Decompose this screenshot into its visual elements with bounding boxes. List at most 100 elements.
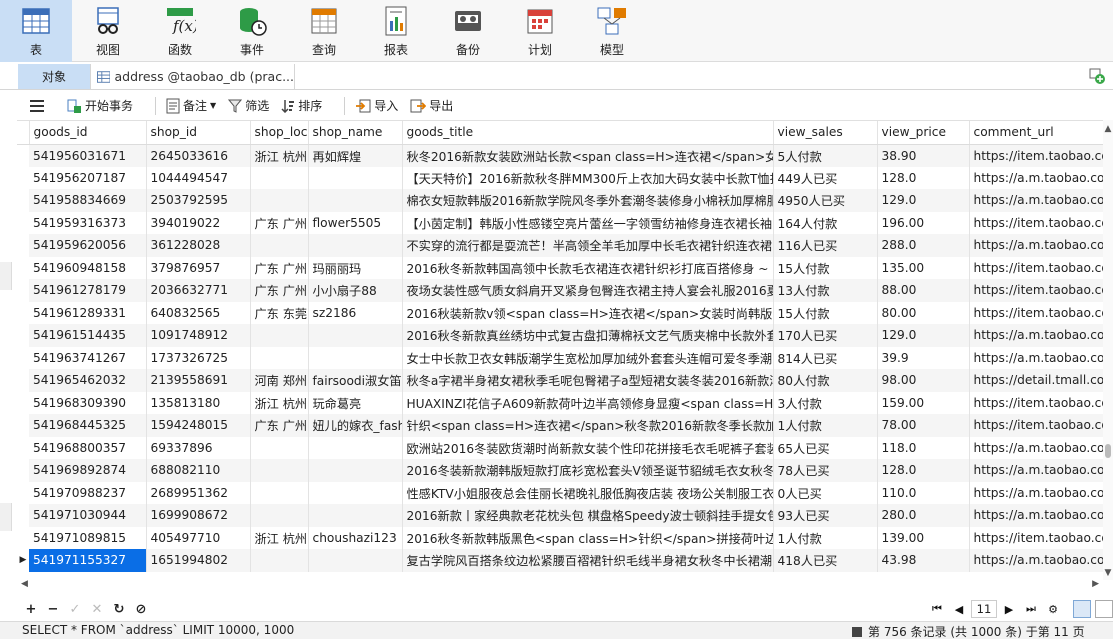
- cell-goods-title[interactable]: 复古学院风百搭条纹边松紧腰百褶裙针织毛线半身裙女秋冬中长裙潮: [402, 549, 774, 572]
- cell-view-sales[interactable]: 814人已买: [773, 346, 878, 369]
- grid-view-icon[interactable]: [1073, 600, 1091, 618]
- cell-shop-loc[interactable]: [250, 436, 309, 459]
- import-button[interactable]: 导入: [355, 97, 398, 114]
- cell-shop-loc[interactable]: [250, 346, 309, 369]
- table-row[interactable]: 541968800357 69337896 欧洲站2016冬装欧货潮时尚新款女装个性…: [17, 436, 1103, 459]
- cell-goods-id[interactable]: 541961289331: [29, 301, 147, 324]
- cell-view-price[interactable]: 39.9: [877, 346, 970, 369]
- cell-shop-name[interactable]: 再如辉煌: [308, 144, 403, 167]
- cell-shop-name[interactable]: 小小扇子88: [308, 279, 403, 302]
- column-header-comment-url[interactable]: comment_url: [969, 121, 1103, 145]
- cell-comment-url[interactable]: https://a.m.taobao.co: [969, 504, 1103, 527]
- cell-shop-id[interactable]: 394019022: [146, 211, 251, 234]
- cell-view-price[interactable]: 280.0: [877, 504, 970, 527]
- ribbon-button-query[interactable]: 查询: [288, 0, 360, 62]
- cell-view-sales[interactable]: 116人已买: [773, 234, 878, 257]
- cell-shop-id[interactable]: 2036632771: [146, 279, 251, 302]
- add-record-button[interactable]: +: [20, 602, 42, 617]
- table-row[interactable]: 541959316373 394019022 广东 广州 flower5505 【小茵定…: [17, 211, 1103, 234]
- cell-shop-id[interactable]: 361228028: [146, 234, 251, 257]
- cell-goods-id[interactable]: 541959620056: [29, 234, 147, 257]
- cell-view-price[interactable]: 43.98: [877, 549, 970, 572]
- cell-goods-title[interactable]: 【小茵定制】韩版小性感镂空亮片蕾丝一字领雪纺袖修身连衣裙长袖: [402, 211, 774, 234]
- ribbon-button-report[interactable]: 报表: [360, 0, 432, 62]
- cell-goods-title[interactable]: 2016秋冬新款韩国高领中长款毛衣裙连衣裙针织衫打底百搭修身 ~: [402, 256, 774, 279]
- ribbon-button-schedule[interactable]: 计划: [504, 0, 576, 62]
- first-page-icon[interactable]: ⏮: [927, 602, 947, 616]
- cell-view-price[interactable]: 129.0: [877, 324, 970, 347]
- cell-shop-loc[interactable]: 浙江 杭州: [250, 526, 309, 549]
- cell-comment-url[interactable]: https://a.m.taobao.co: [969, 189, 1103, 212]
- last-page-icon[interactable]: ⏭: [1021, 602, 1041, 616]
- cell-view-sales[interactable]: 13人付款: [773, 279, 878, 302]
- cell-view-price[interactable]: 38.90: [877, 144, 970, 167]
- cell-goods-title[interactable]: 性感KTV小姐服夜总会佳丽长裙晚礼服低胸夜店装 夜场公关制服工衣: [402, 481, 774, 504]
- stop-icon[interactable]: ⊘: [130, 602, 152, 617]
- cell-shop-loc[interactable]: [250, 459, 309, 482]
- ribbon-button-function[interactable]: f(x) 函数: [144, 0, 216, 62]
- cell-view-sales[interactable]: 93人已买: [773, 504, 878, 527]
- page-number-field[interactable]: 11: [971, 600, 997, 618]
- table-row[interactable]: 541965462032 2139558691 河南 郑州 fairsoodi淑女笛秋…: [17, 369, 1103, 392]
- cell-comment-url[interactable]: https://a.m.taobao.co: [969, 324, 1103, 347]
- table-row[interactable]: 541956031671 2645033616 浙江 杭州 再如辉煌 秋冬2016新款女…: [17, 144, 1103, 167]
- cell-goods-title[interactable]: 2016冬装新款潮韩版短款打底衫宽松套头V领圣诞节貂绒毛衣女秋冬: [402, 459, 774, 482]
- cell-goods-id[interactable]: 541970988237: [29, 481, 147, 504]
- cell-comment-url[interactable]: https://a.m.taobao.co: [969, 166, 1103, 189]
- table-row[interactable]: 541963741267 1737326725 女士中长款卫衣女韩版潮学生宽松加厚加…: [17, 346, 1103, 369]
- export-button[interactable]: 导出: [410, 97, 453, 114]
- cell-goods-id[interactable]: 541956207187: [29, 166, 147, 189]
- cell-shop-id[interactable]: 1699908672: [146, 504, 251, 527]
- cell-shop-name[interactable]: 玩命葛亮: [308, 391, 403, 414]
- cell-shop-loc[interactable]: [250, 234, 309, 257]
- prev-page-icon[interactable]: ◀: [949, 603, 969, 616]
- cell-shop-loc[interactable]: 广东 广州: [250, 414, 309, 437]
- cell-comment-url[interactable]: https://item.taobao.co: [969, 526, 1103, 549]
- form-view-icon[interactable]: [1095, 600, 1113, 618]
- cell-view-sales[interactable]: 15人付款: [773, 256, 878, 279]
- filter-button[interactable]: 筛选: [228, 97, 269, 114]
- cell-goods-id[interactable]: 541971089815: [29, 526, 147, 549]
- cell-comment-url[interactable]: https://a.m.taobao.co: [969, 436, 1103, 459]
- table-row[interactable]: 541960948158 379876957 广东 广州 玛丽丽玛 2016秋冬新款韩国…: [17, 256, 1103, 279]
- cell-goods-title[interactable]: 棉衣女短款韩版2016新款学院风冬季外套潮冬装修身小棉袄加厚棉服: [402, 189, 774, 212]
- cell-shop-loc[interactable]: 浙江 杭州: [250, 391, 309, 414]
- ribbon-button-backup[interactable]: 备份: [432, 0, 504, 62]
- cell-comment-url[interactable]: https://a.m.taobao.co: [969, 346, 1103, 369]
- cell-shop-name[interactable]: [308, 324, 403, 347]
- table-row[interactable]: 541956207187 1044494547 【天天特价】2016新款秋冬胖MM3…: [17, 166, 1103, 189]
- scroll-down-icon[interactable]: ▼: [1103, 568, 1113, 578]
- cell-shop-name[interactable]: 妞儿的嫁衣_fash: [308, 414, 403, 437]
- cell-view-price[interactable]: 129.0: [877, 189, 970, 212]
- cell-view-price[interactable]: 128.0: [877, 459, 970, 482]
- cell-comment-url[interactable]: https://a.m.taobao.co: [969, 234, 1103, 257]
- cell-view-sales[interactable]: 0人已买: [773, 481, 878, 504]
- cell-view-sales[interactable]: 1人付款: [773, 526, 878, 549]
- cell-shop-id[interactable]: 69337896: [146, 436, 251, 459]
- cell-shop-id[interactable]: 405497710: [146, 526, 251, 549]
- horizontal-scrollbar[interactable]: ◀ ▶: [17, 579, 1103, 591]
- cell-view-sales[interactable]: 3人付款: [773, 391, 878, 414]
- cell-shop-id[interactable]: 379876957: [146, 256, 251, 279]
- cell-shop-name[interactable]: 玛丽丽玛: [308, 256, 403, 279]
- cell-goods-id[interactable]: 541963741267: [29, 346, 147, 369]
- cell-shop-id[interactable]: 640832565: [146, 301, 251, 324]
- cell-shop-id[interactable]: 2503792595: [146, 189, 251, 212]
- cell-shop-name[interactable]: flower5505: [308, 211, 403, 234]
- table-row[interactable]: 541969892874 688082110 2016冬装新款潮韩版短款打底衫宽松套…: [17, 459, 1103, 482]
- cell-goods-title[interactable]: 2016秋装新款v领<span class=H>连衣裙</span>女装时尚韩版…: [402, 301, 774, 324]
- cell-comment-url[interactable]: https://item.taobao.co: [969, 144, 1103, 167]
- tab-objects[interactable]: 对象: [18, 64, 90, 89]
- cell-view-price[interactable]: 88.00: [877, 279, 970, 302]
- cell-view-sales[interactable]: 449人已买: [773, 166, 878, 189]
- cell-shop-name[interactable]: [308, 234, 403, 257]
- cell-shop-loc[interactable]: [250, 189, 309, 212]
- cell-shop-loc[interactable]: 浙江 杭州: [250, 144, 309, 167]
- cell-shop-loc[interactable]: 广东 东莞: [250, 301, 309, 324]
- cell-shop-name[interactable]: [308, 481, 403, 504]
- cell-view-price[interactable]: 80.00: [877, 301, 970, 324]
- cell-shop-id[interactable]: 135813180: [146, 391, 251, 414]
- cell-goods-id[interactable]: 541956031671: [29, 144, 147, 167]
- table-row[interactable]: 541968309390 135813180 浙江 杭州 玩命葛亮 HUAXINZI花信…: [17, 391, 1103, 414]
- data-grid[interactable]: goods_id shop_id shop_loc shop_name goods_ti…: [17, 120, 1103, 572]
